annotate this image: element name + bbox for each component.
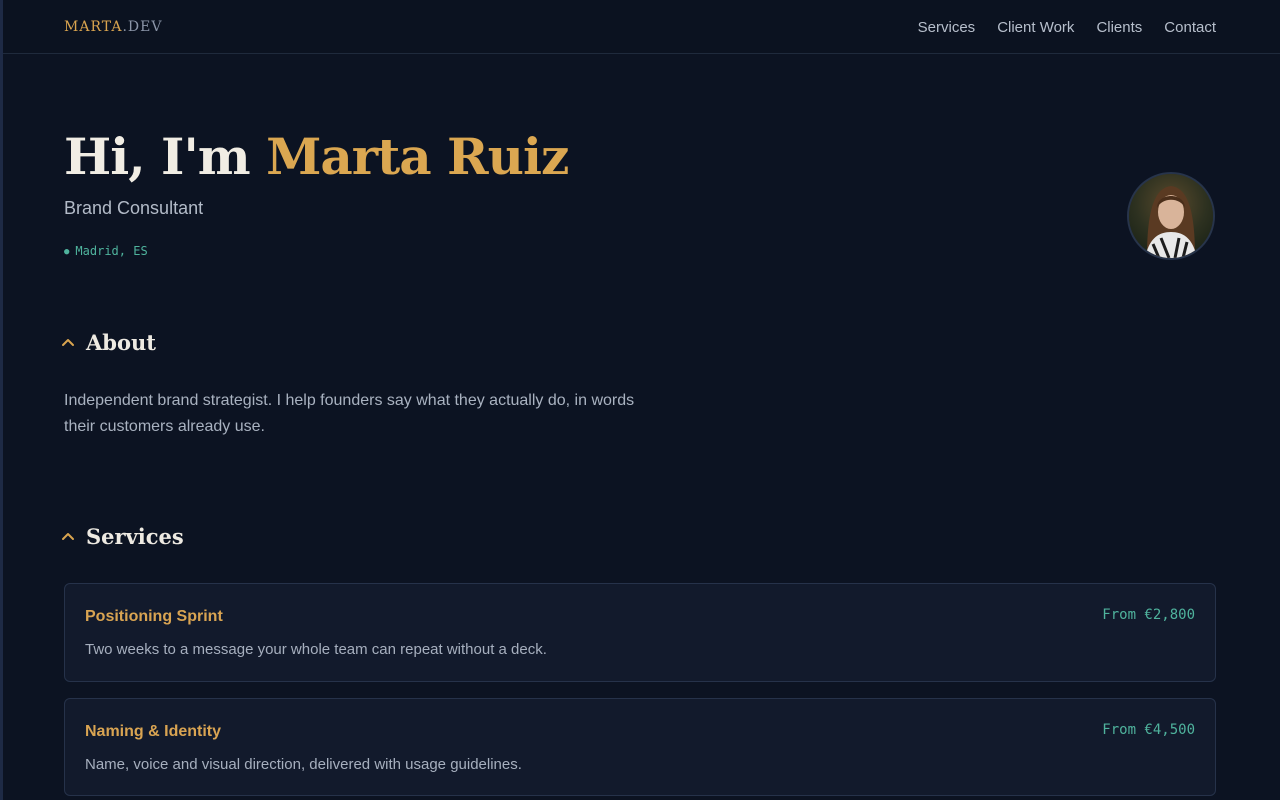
logo-main: MARTA (64, 19, 123, 35)
site-logo[interactable]: MARTA.DEV (64, 19, 162, 35)
top-nav: MARTA.DEV Services Client Work Clients C… (3, 0, 1280, 54)
about-text: Independent brand strategist. I help fou… (64, 392, 635, 435)
location-dot-icon: ● (64, 247, 70, 257)
about-header[interactable]: About (60, 330, 156, 355)
page: MARTA.DEV Services Client Work Clients C… (0, 0, 1280, 800)
service-price: From €4,500 (1102, 722, 1195, 738)
avatar (1127, 172, 1215, 260)
nav-links: Services Client Work Clients Contact (918, 19, 1216, 36)
services-title: Services (86, 524, 184, 549)
hero-title: Hi, I'm Marta Ruiz (64, 122, 569, 192)
service-card-naming-identity[interactable]: Naming & Identity From €4,500 Name, voic… (64, 698, 1216, 796)
chevron-up-icon (62, 338, 74, 346)
nav-link-client-work[interactable]: Client Work (997, 19, 1074, 36)
service-description: Two weeks to a message your whole team c… (85, 641, 547, 658)
hero-greeting: Hi, I'm (64, 127, 267, 186)
about-title: About (86, 330, 156, 355)
service-price: From €2,800 (1102, 607, 1195, 623)
left-edge-border (0, 0, 3, 800)
services-header[interactable]: Services (60, 524, 184, 549)
service-title: Positioning Sprint (85, 608, 223, 625)
location-text: Madrid, ES (75, 244, 148, 258)
service-title: Naming & Identity (85, 723, 222, 740)
nav-link-services[interactable]: Services (918, 19, 976, 36)
nav-link-contact[interactable]: Contact (1164, 19, 1216, 36)
chevron-up-icon (62, 532, 74, 540)
avatar-portrait-icon (1129, 174, 1213, 258)
service-description: Name, voice and visual direction, delive… (85, 756, 522, 773)
logo-suffix: .DEV (122, 19, 163, 35)
hero-name: Marta Ruiz (266, 127, 569, 186)
nav-link-clients[interactable]: Clients (1096, 19, 1142, 36)
location: ● Madrid, ES (64, 244, 148, 258)
service-card-positioning-sprint[interactable]: Positioning Sprint From €2,800 Two weeks… (64, 583, 1216, 682)
hero-subtitle: Brand Consultant (64, 198, 204, 218)
